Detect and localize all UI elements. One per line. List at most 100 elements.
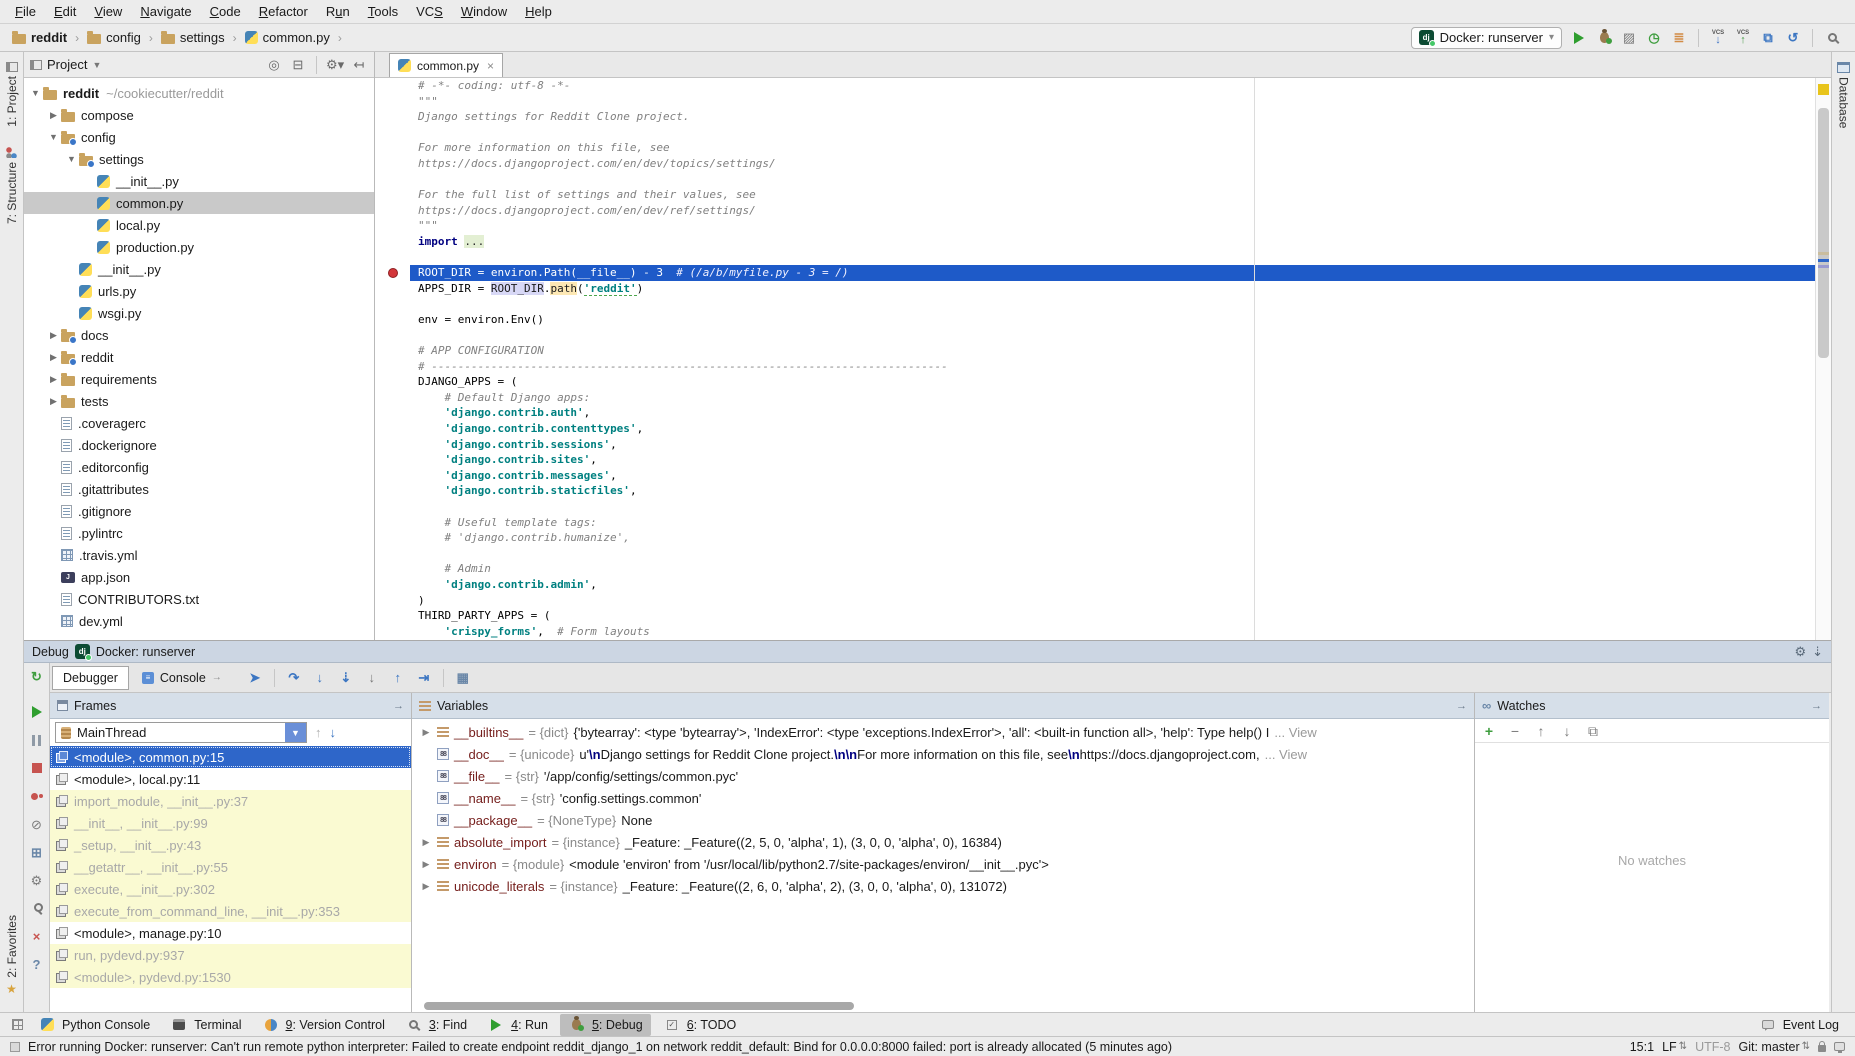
resume-icon[interactable] <box>28 703 46 721</box>
tree-item-config[interactable]: ▼config <box>24 126 374 148</box>
frame-row[interactable]: __getattr__, __init__.py:55 <box>50 856 411 878</box>
move-down-icon[interactable]: ↓ <box>1559 722 1575 740</box>
expand-arrow-icon[interactable]: ▶ <box>420 727 432 738</box>
gutter[interactable] <box>375 452 410 468</box>
python-icon[interactable] <box>38 1016 56 1034</box>
help-icon[interactable]: ? <box>28 955 46 973</box>
gutter[interactable] <box>375 328 410 344</box>
gutter[interactable] <box>375 359 410 375</box>
frame-row[interactable]: execute, __init__.py:302 <box>50 878 411 900</box>
gutter[interactable] <box>375 218 410 234</box>
toolwindow-button-project[interactable]: 1: Project <box>5 62 19 127</box>
variable-row[interactable]: ▶environ= {module}<module 'environ' from… <box>412 853 1474 875</box>
variable-row[interactable]: ▶unicode_literals= {instance}_Feature: _… <box>412 875 1474 897</box>
stripe-mark[interactable] <box>1818 259 1829 262</box>
gutter[interactable] <box>375 468 410 484</box>
tree-item-wsgi-py[interactable]: wsgi.py <box>24 302 374 324</box>
restore-layout-icon[interactable]: ⊞ <box>28 843 46 861</box>
tree-item--init-py[interactable]: __init__.py <box>24 258 374 280</box>
frame-row[interactable]: <module>, local.py:11 <box>50 768 411 790</box>
event-log-button[interactable]: Event Log <box>1751 1014 1847 1036</box>
editor[interactable]: common.py × # -*- coding: utf-8 -*-"""Dj… <box>375 52 1831 640</box>
changes-icon[interactable]: ⧉ <box>1759 29 1777 47</box>
collapsed-arrow-icon[interactable]: ▶ <box>46 330 61 341</box>
chevron-down-icon[interactable]: ▼ <box>285 723 306 742</box>
toolwindow-button-favorites[interactable]: 2: Favorites★ <box>5 915 19 996</box>
gutter[interactable] <box>375 515 410 531</box>
tree-item--init-py[interactable]: __init__.py <box>24 170 374 192</box>
gear-icon[interactable]: ⚙ <box>1794 644 1806 660</box>
gutter[interactable] <box>375 608 410 624</box>
frame-row[interactable]: <module>, common.py:15 <box>50 746 411 768</box>
tree-item-docs[interactable]: ▶docs <box>24 324 374 346</box>
step-over-icon[interactable]: ↷ <box>284 669 304 687</box>
collapse-all-icon[interactable]: ⊟ <box>289 57 307 73</box>
status-icon[interactable] <box>10 1042 20 1052</box>
settings-icon[interactable]: ⚙ <box>28 871 46 889</box>
view-breakpoints-icon[interactable] <box>28 787 46 805</box>
toolwindow-button-version-control[interactable]: 9: Version Control <box>254 1014 393 1036</box>
pause-icon[interactable] <box>28 731 46 749</box>
gutter[interactable] <box>375 140 410 156</box>
tree-item-requirements[interactable]: ▶requirements <box>24 368 374 390</box>
error-stripe-mark[interactable] <box>1818 84 1829 95</box>
window-switcher-icon[interactable] <box>8 1016 26 1034</box>
gutter[interactable] <box>375 156 410 172</box>
pin-icon[interactable]: → <box>393 700 404 712</box>
move-up-icon[interactable]: ↑ <box>1533 722 1549 740</box>
editor-tab-common-py[interactable]: common.py × <box>389 53 503 77</box>
tree-item-compose[interactable]: ▶compose <box>24 104 374 126</box>
rollback-icon[interactable]: ↺ <box>1784 29 1802 47</box>
lock-icon[interactable] <box>1818 1045 1826 1052</box>
breadcrumb-item[interactable]: config <box>85 28 143 47</box>
step-out-icon[interactable]: ↑ <box>388 669 408 687</box>
stripe-mark[interactable] <box>1818 252 1829 255</box>
expand-arrow-icon[interactable]: ▶ <box>420 881 432 892</box>
frame-row[interactable]: <module>, pydevd.py:1530 <box>50 966 411 988</box>
gear-icon[interactable]: ⚙▾ <box>326 57 344 73</box>
toolwindow-button-find[interactable]: 3: Find <box>397 1014 475 1036</box>
tree-item--travis-yml[interactable]: .travis.yml <box>24 544 374 566</box>
toolwindow-button-python-console[interactable]: Python Console <box>30 1014 158 1036</box>
toolwindow-button-terminal[interactable]: Terminal <box>162 1014 249 1036</box>
gutter[interactable] <box>375 250 410 266</box>
gutter[interactable] <box>375 390 410 406</box>
code-area[interactable]: # -*- coding: utf-8 -*-"""Django setting… <box>375 78 1831 640</box>
pin-icon[interactable]: → <box>1456 700 1467 712</box>
tree-item-production-py[interactable]: production.py <box>24 236 374 258</box>
tree-item--pylintrc[interactable]: .pylintrc <box>24 522 374 544</box>
gutter[interactable] <box>375 109 410 125</box>
frame-row[interactable]: <module>, manage.py:10 <box>50 922 411 944</box>
gutter[interactable] <box>375 421 410 437</box>
gutter[interactable] <box>375 483 410 499</box>
breadcrumb-item[interactable]: common.py <box>243 28 332 47</box>
tree-item--gitattributes[interactable]: .gitattributes <box>24 478 374 500</box>
expand-arrow-icon[interactable]: ▶ <box>420 837 432 848</box>
frame-row[interactable]: execute_from_command_line, __init__.py:3… <box>50 900 411 922</box>
copy-icon[interactable]: ⧉ <box>1585 722 1601 740</box>
collapsed-arrow-icon[interactable]: ▶ <box>46 352 61 363</box>
variable-row[interactable]: ▶__builtins__= {dict}{'bytearray': <type… <box>412 721 1474 743</box>
tree-item-contributors-txt[interactable]: CONTRIBUTORS.txt <box>24 588 374 610</box>
menu-item-view[interactable]: View <box>85 2 131 21</box>
breadcrumb-item[interactable]: settings <box>159 28 227 47</box>
debug-tab-console[interactable]: ≡Console→ <box>131 666 233 690</box>
collapsed-arrow-icon[interactable]: ▶ <box>46 396 61 407</box>
gutter[interactable] <box>375 312 410 328</box>
hector-icon[interactable] <box>1834 1042 1845 1051</box>
gutter[interactable] <box>375 343 410 359</box>
frame-row[interactable]: import_module, __init__.py:37 <box>50 790 411 812</box>
menu-item-file[interactable]: File <box>6 2 45 21</box>
mute-breakpoints-icon[interactable]: ⊘ <box>28 815 46 833</box>
show-execution-point-icon[interactable]: ➤ <box>245 669 265 687</box>
gutter[interactable] <box>375 374 410 390</box>
view-link[interactable]: ... View <box>1265 747 1307 762</box>
remove-watch-icon[interactable]: − <box>1507 722 1523 740</box>
tree-item-app-json[interactable]: Japp.json <box>24 566 374 588</box>
view-link[interactable]: ... View <box>1274 725 1316 740</box>
tree-item-settings[interactable]: ▼settings <box>24 148 374 170</box>
breakpoint-icon[interactable] <box>388 268 398 278</box>
collapsed-arrow-icon[interactable]: ▶ <box>46 110 61 121</box>
close-icon[interactable]: × <box>28 927 46 945</box>
force-step-into-icon[interactable]: ↓ <box>362 669 382 687</box>
